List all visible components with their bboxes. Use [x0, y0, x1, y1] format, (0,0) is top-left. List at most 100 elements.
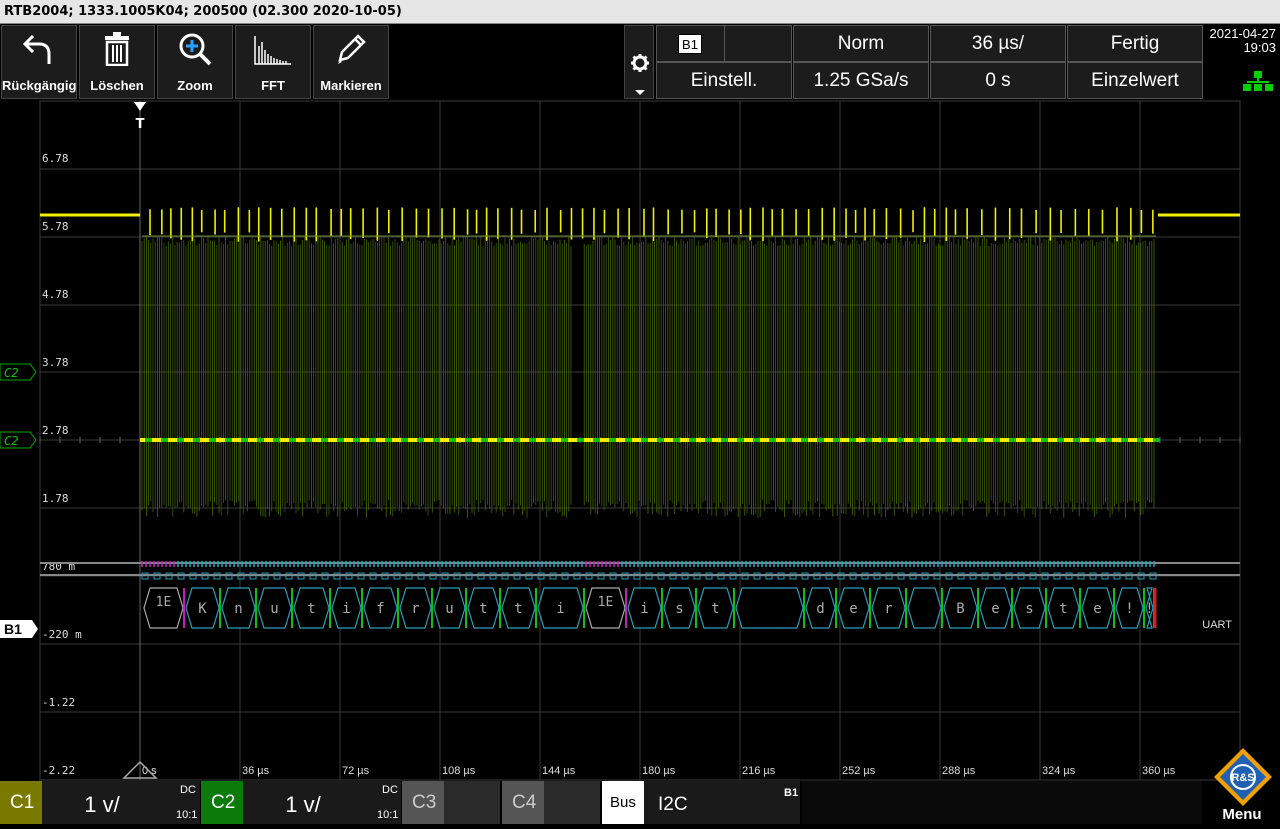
c2-marker-label-2: C2 [4, 434, 18, 448]
fft-label: FFT [261, 78, 285, 93]
network-icon [1243, 71, 1273, 91]
bus-select-cell[interactable]: B1 [656, 25, 792, 62]
channel-bar: C1 1 v/ DC 10:1 C2 1 v/ DC 10:1 C3 C4 Bu… [0, 781, 1280, 824]
sample-rate-cell[interactable]: 1.25 GSa/s [793, 62, 929, 99]
x-axis-label: 324 µs [1042, 765, 1076, 777]
x-axis-label: 144 µs [542, 765, 576, 777]
trigger-mode-cell[interactable]: Norm [793, 25, 929, 62]
decode-frame-label: ! [1145, 601, 1153, 617]
x-axis-label: 72 µs [342, 765, 370, 777]
y-axis-label: 780 m [42, 560, 75, 573]
y-axis-label: 1.78 [42, 492, 69, 505]
zoom-icon [179, 33, 212, 66]
bus-marker-label: B1 [4, 621, 22, 637]
trash-icon [105, 32, 129, 66]
y-axis-label: 3.78 [42, 356, 69, 369]
c2-offset-marker-1[interactable]: C2 [0, 363, 37, 381]
empty-slot [802, 781, 1202, 824]
decode-frame-label: ! [1125, 601, 1133, 617]
decode-frame-label: i [640, 601, 648, 617]
decode-frame-label: e [849, 601, 857, 617]
decode-frame-label: s [1025, 601, 1033, 617]
decode-frame-label: u [445, 601, 453, 617]
decode-frame-label: i [342, 601, 350, 617]
decode-frame-label: B [956, 601, 964, 617]
undo-icon [23, 34, 51, 64]
decode-frame-label: t [307, 601, 315, 617]
c1-label: C1 [0, 781, 42, 824]
chevron-down-icon [635, 90, 645, 95]
decode-frame-label: u [270, 601, 278, 617]
bus-tab[interactable]: Bus I2C B1 [602, 781, 800, 824]
decode-frame-label: 1E [598, 595, 614, 610]
decode-frame-label: t [479, 601, 487, 617]
position-cell[interactable]: 0 s [930, 62, 1066, 99]
bus-label: Bus [602, 781, 644, 824]
decode-frame-label: r [411, 601, 419, 617]
y-axis-label: 5.78 [42, 220, 69, 233]
rs-logo-icon: R&S [1214, 748, 1272, 806]
c1-ratio: 10:1 [176, 809, 198, 821]
settings-cell[interactable]: Einstell. [656, 62, 792, 99]
y-axis-label: -220 m [42, 628, 82, 641]
channel-c2-tab[interactable]: C2 1 v/ DC 10:1 [201, 781, 401, 824]
c2-ratio: 10:1 [377, 809, 399, 821]
channel-c1-tab[interactable]: C1 1 v/ DC 10:1 [0, 781, 200, 824]
decode-frame-label: K [198, 601, 207, 617]
x-axis-label: 216 µs [742, 765, 776, 777]
zoom-label: Zoom [177, 78, 213, 93]
c2-coupling: DC [382, 784, 398, 796]
mark-button[interactable]: Markieren [313, 25, 389, 99]
decode-frame-label: n [234, 601, 242, 617]
zoom-button[interactable]: Zoom [157, 25, 233, 99]
fft-button[interactable]: FFT [235, 25, 311, 99]
title-text: RTB2004; 1333.1005K04; 200500 (02.300 20… [4, 4, 402, 19]
fft-icon [254, 36, 291, 65]
channel-c3-tab[interactable]: C3 [402, 781, 500, 824]
bus-id: B1 [784, 787, 799, 799]
delete-label: Löschen [90, 78, 144, 93]
timebase-cell[interactable]: 36 µs/ [930, 25, 1066, 62]
bus-protocol-label: UART [1202, 619, 1232, 631]
undo-label: Rückgängig [2, 78, 77, 93]
x-axis-label: 180 µs [642, 765, 676, 777]
y-axis-label: 4.78 [42, 288, 69, 301]
menu-button[interactable]: R&S Menu [1208, 745, 1278, 824]
decode-frame-label: d [816, 601, 824, 617]
c2-scale: 1 v/ [285, 792, 321, 817]
gear-icon [631, 54, 649, 72]
y-axis-label: -1.22 [42, 696, 75, 709]
waveform-display[interactable]: 6.78 5.78 4.78 3.78 2.78 1.78 780 m -220 m -1.22… [0, 100, 1280, 781]
acquisition-state-cell[interactable]: Fertig [1067, 25, 1203, 62]
c2-offset-marker-2[interactable]: C2 [0, 431, 37, 449]
c2-marker-label-1: C2 [4, 366, 18, 380]
decode-frame[interactable] [735, 587, 804, 629]
menu-label: Menu [1222, 806, 1262, 823]
decode-frame-label: t [1059, 601, 1067, 617]
decode-frame-label: t [514, 601, 522, 617]
x-axis-label: 36 µs [242, 765, 270, 777]
y-axis-label: -2.22 [42, 764, 75, 777]
decode-frame[interactable] [907, 587, 942, 629]
channel-c4-tab[interactable]: C4 [502, 781, 600, 824]
decode-frame-label: i [556, 601, 564, 617]
date-time-display: 2021-04-27 19:03 [1205, 25, 1280, 99]
delete-button[interactable]: Löschen [79, 25, 155, 99]
bus-id-badge: B1 [678, 34, 702, 54]
logo-text: R&S [1231, 772, 1254, 784]
decode-frame-label: e [1093, 601, 1101, 617]
y-axis-label: 6.78 [42, 152, 69, 165]
time-text: 19:03 [1243, 40, 1276, 55]
run-mode-cell[interactable]: Einzelwert [1067, 62, 1203, 99]
x-axis-label: 288 µs [942, 765, 976, 777]
c4-label: C4 [502, 781, 544, 824]
decode-frame-label: r [884, 601, 892, 617]
decode-frame-label: s [675, 601, 683, 617]
settings-gear-button[interactable] [624, 25, 654, 99]
date-text: 2021-04-27 [1209, 26, 1277, 41]
y-axis-label: 2.78 [42, 424, 69, 437]
undo-button[interactable]: Rückgängig [1, 25, 77, 99]
c3-label: C3 [402, 781, 444, 824]
bus-b1-marker[interactable]: B1 [0, 620, 38, 638]
x-axis-label: 360 µs [1142, 765, 1176, 777]
